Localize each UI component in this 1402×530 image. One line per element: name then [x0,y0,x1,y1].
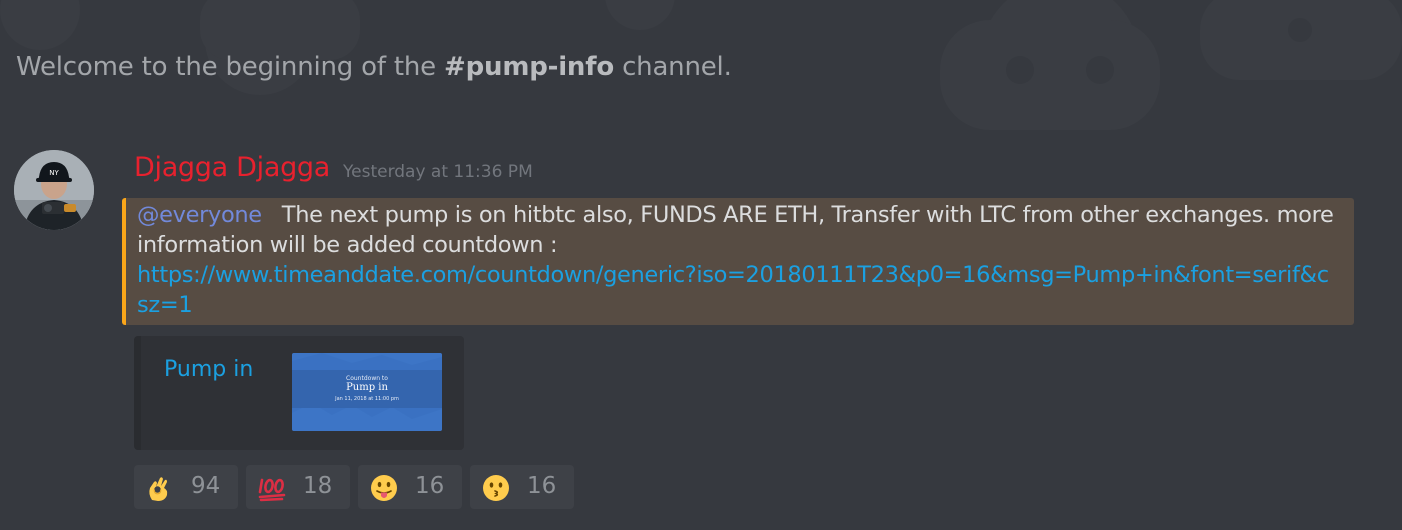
message-body: The next pump is on hitbtc also, FUNDS A… [137,202,1334,258]
message-timestamp: Yesterday at 11:36 PM [343,162,533,182]
embed-thumbnail[interactable]: Countdown to Pump in Jan 11, 2018 at 11:… [292,353,442,431]
thumbnail-title: Pump in [346,382,388,393]
welcome-prefix: Welcome to the beginning of the [16,52,445,82]
channel-welcome-text: Welcome to the beginning of the #pump-in… [16,52,732,82]
reaction-kissing-face[interactable]: 16 [470,465,574,509]
avatar-image: NY [14,150,94,230]
link-embed: Pump in Countdown to Pump in Jan 11, 201… [134,336,464,450]
message-content-highlight: @everyone The next pump is on hitbtc also… [122,198,1354,325]
reaction-hundred-points[interactable]: 18 [246,465,350,509]
reaction-ok-hand[interactable]: 94 [134,465,238,509]
message-text: @everyone The next pump is on hitbtc also… [137,200,1337,320]
reaction-count: 16 [527,473,557,499]
reaction-count: 16 [415,473,445,499]
reaction-tongue-face[interactable]: 16 [358,465,462,509]
thumbnail-date: Jan 11, 2018 at 11:00 pm [335,396,399,402]
everyone-mention[interactable]: @everyone [137,202,262,228]
welcome-suffix: channel. [614,52,732,82]
tongue-face-icon [371,475,397,501]
embed-title[interactable]: Pump in [164,357,253,382]
message-author[interactable]: Djagga Djagga [134,152,330,183]
countdown-link[interactable]: https://www.timeanddate.com/countdown/ge… [137,262,1329,318]
avatar[interactable]: NY [14,150,94,230]
reaction-count: 94 [191,473,221,499]
ok-hand-icon [149,477,168,501]
hundred-points-icon [258,478,286,502]
chat-view: Welcome to the beginning of the #pump-in… [0,0,1402,530]
kissing-face-icon [483,475,509,501]
svg-text:NY: NY [49,169,59,177]
reaction-count: 18 [303,473,333,499]
channel-name[interactable]: #pump-info [444,52,614,82]
thumbnail-caption: Countdown to [346,375,388,382]
